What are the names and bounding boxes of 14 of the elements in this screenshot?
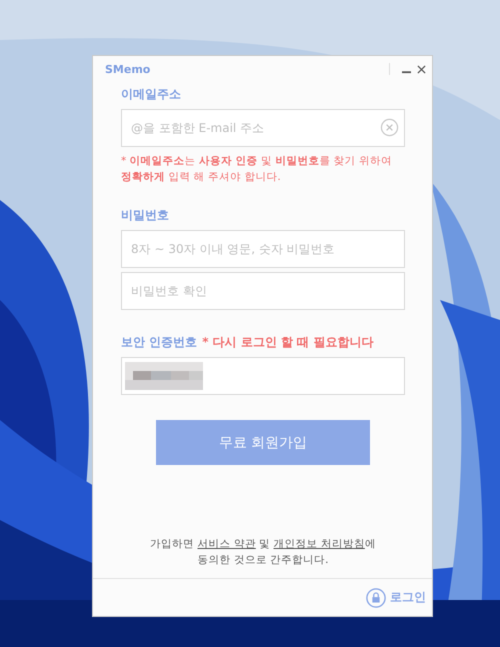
security-code-label: 보안 인증번호 bbox=[121, 334, 198, 351]
close-icon[interactable] bbox=[417, 64, 426, 74]
email-field[interactable]: @을 포함한 E-mail 주소 bbox=[121, 109, 405, 147]
terms-link[interactable]: 서비스 약관 bbox=[197, 538, 256, 550]
lock-icon bbox=[366, 588, 386, 608]
window-title: SMemo bbox=[105, 62, 152, 76]
email-label: 이메일주소 bbox=[121, 86, 182, 103]
terms-link[interactable]: 개인정보 처리방침 bbox=[274, 538, 365, 550]
password-confirm-field[interactable]: 비밀번호 확인 bbox=[121, 272, 405, 310]
security-code-note: * 다시 로그인 할 때 필요합니다 bbox=[202, 334, 374, 351]
password-field[interactable]: 8자 ~ 30자 이내 영문, 숫자 비밀번호 bbox=[121, 230, 405, 268]
email-note: *이메일주소는 사용자 인증 및 비밀번호를 찾기 위하여 정확하게 입력 해 주셔야 합니다. bbox=[121, 154, 393, 185]
terms-text: 가입하면 서비스 약관 및 개인정보 처리방침 에 동의한 것으로 간주합니다. bbox=[149, 537, 377, 568]
password-label: 비밀번호 bbox=[121, 207, 170, 224]
